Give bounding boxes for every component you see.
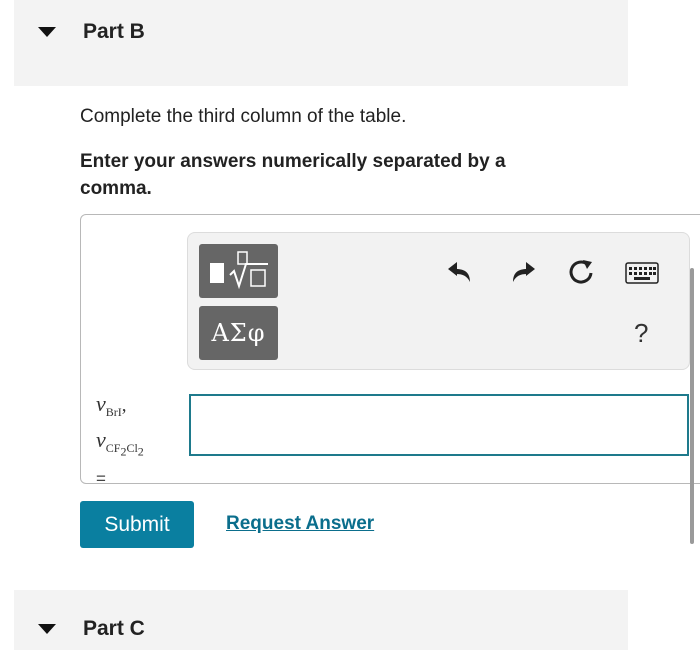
templates-button[interactable]: [199, 244, 278, 298]
collapse-caret-icon[interactable]: [38, 27, 56, 37]
redo-button[interactable]: [509, 257, 537, 285]
request-answer-link[interactable]: Request Answer: [226, 513, 374, 535]
answer-input[interactable]: [189, 394, 689, 456]
templates-icon: [209, 251, 268, 290]
scrollbar[interactable]: [690, 268, 694, 544]
symbols-button[interactable]: ΑΣφ: [199, 306, 278, 360]
part-b-header[interactable]: Part B: [14, 0, 628, 86]
undo-button[interactable]: [446, 257, 474, 285]
keyboard-button[interactable]: [625, 262, 659, 284]
keyboard-icon: [625, 262, 659, 284]
part-b-title: Part B: [83, 20, 145, 43]
instruction-bold-text: Enter your answers numerically separated…: [80, 151, 506, 199]
part-c-title: Part C: [83, 617, 145, 640]
answer-variable-label: νBrI, νCF2Cl2 =: [96, 390, 186, 493]
undo-icon: [448, 262, 470, 282]
equals-sign: =: [96, 468, 106, 488]
reset-button[interactable]: [565, 256, 597, 288]
instruction-text: Complete the third column of the table.: [80, 106, 407, 127]
submit-button[interactable]: Submit: [80, 501, 194, 548]
collapse-caret-icon[interactable]: [38, 624, 56, 634]
help-button[interactable]: ?: [634, 318, 648, 349]
redo-icon: [513, 262, 535, 282]
part-c-header[interactable]: Part C: [14, 590, 628, 650]
reset-icon: [569, 260, 593, 284]
